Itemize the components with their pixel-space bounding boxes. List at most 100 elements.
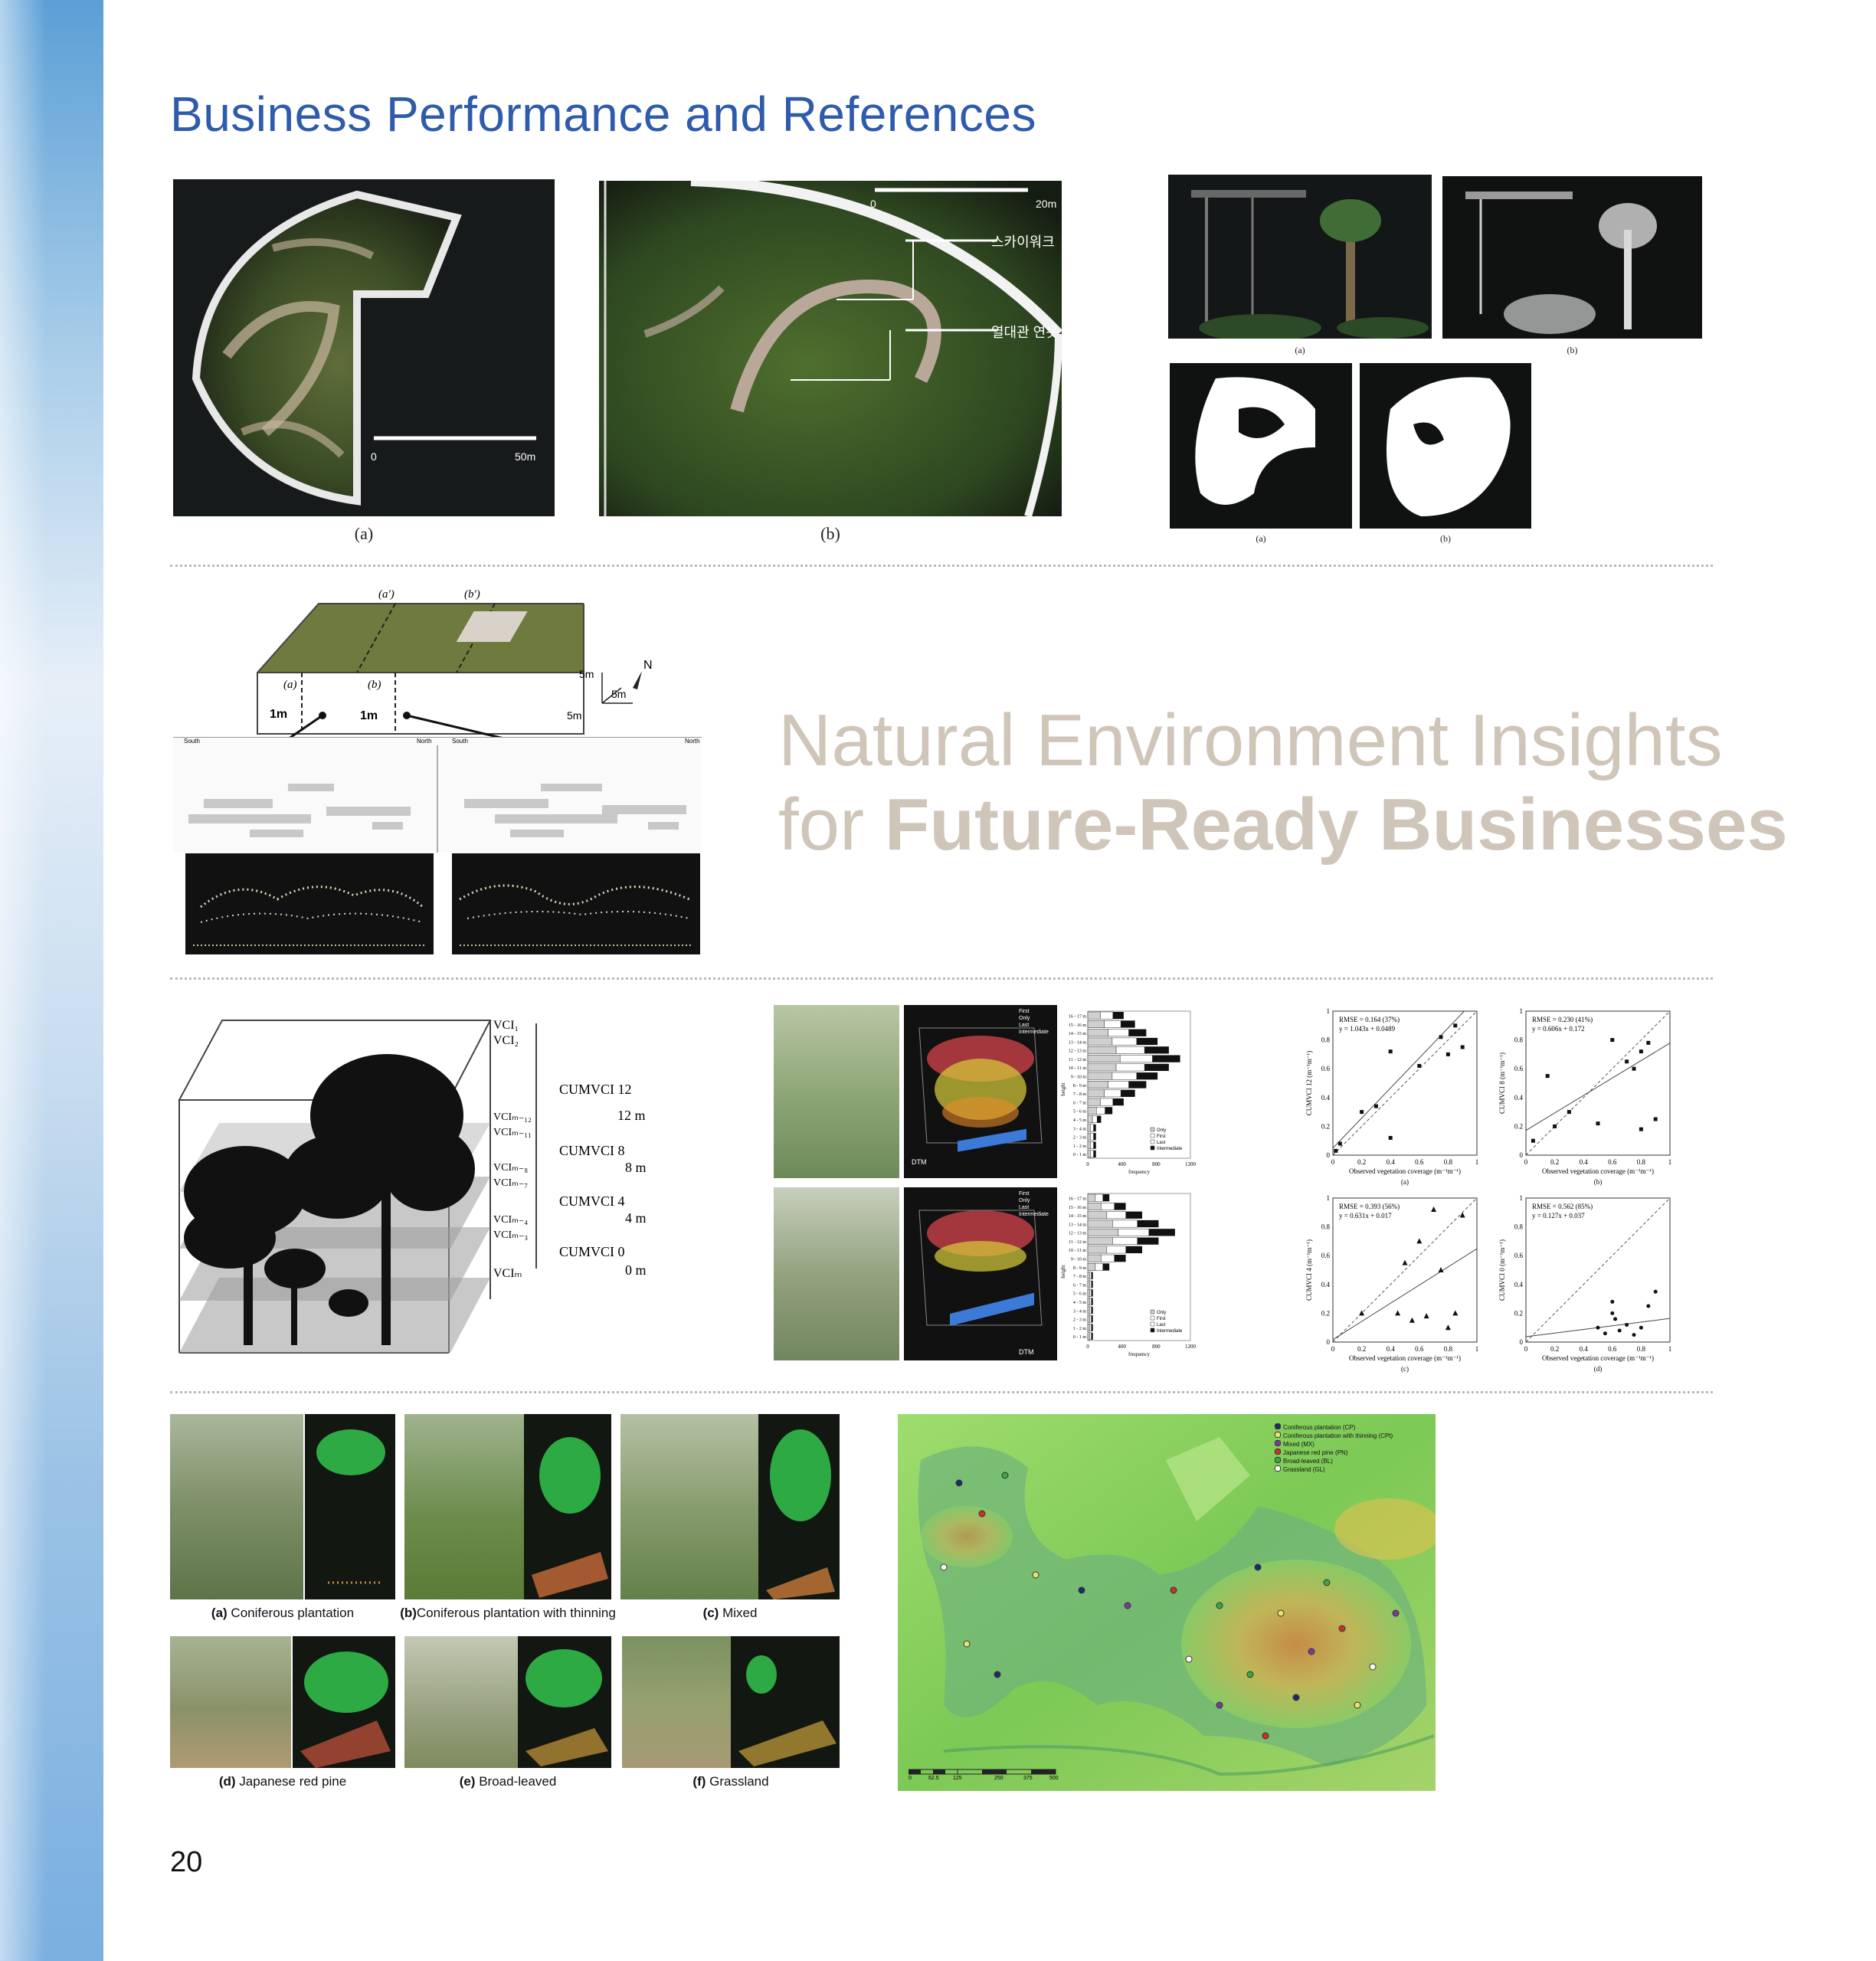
legend-swatch — [1150, 1309, 1155, 1314]
histogram-category-label: 11 - 12 m — [1069, 1240, 1086, 1245]
histogram-tick-label: 800 — [1152, 1161, 1161, 1167]
histogram-category-label: 4 - 5 m — [1073, 1301, 1086, 1305]
histogram-bar — [1101, 1254, 1115, 1262]
scatter-caption: (b) — [1594, 1178, 1603, 1186]
legend-item: Japanese red pine (PN) — [1275, 1449, 1393, 1457]
scatter-x-tick: 0.6 — [1608, 1345, 1617, 1353]
forest-type-tile-f — [622, 1636, 840, 1768]
forest-point-cloud — [293, 1636, 395, 1768]
scatter-point — [1416, 1238, 1423, 1244]
section-divider — [170, 977, 1713, 980]
histogram-bar — [1091, 1315, 1093, 1323]
scatter-xlabel: Observed vegetation coverage (m⁻¹m⁻¹) — [1542, 1354, 1654, 1362]
scatter-point — [1373, 1104, 1378, 1108]
legend-label: Mixed (MX) — [1283, 1441, 1315, 1448]
histogram-tick-label: 0 — [1086, 1161, 1089, 1167]
histogram-bar — [1087, 1029, 1108, 1037]
histogram-bar — [1087, 1288, 1090, 1297]
scatter-x-tick: 0.4 — [1387, 1158, 1396, 1166]
legend-label: Last — [1157, 1141, 1166, 1145]
histogram-bar — [1144, 1046, 1169, 1054]
scatter-ylabel: CUMVCI 4 (m⁻¹m⁻¹) — [1305, 1239, 1313, 1301]
histogram-bar — [1152, 1055, 1180, 1062]
histogram-category-label: 1 - 2 m — [1073, 1144, 1086, 1149]
scatter-identity-line — [1332, 1197, 1478, 1343]
point-cloud-image — [525, 1649, 608, 1766]
scatter-point — [1596, 1121, 1600, 1126]
histogram-bar — [1137, 1237, 1159, 1245]
legend-label: Grassland (GL) — [1283, 1466, 1325, 1473]
histogram-bar — [1115, 1063, 1145, 1072]
histogram-category-label: 13 - 14 m — [1069, 1040, 1086, 1045]
scatter-y-tick: 1 — [1327, 1007, 1331, 1015]
scatter-equation-label: y = 1.043x + 0.0489 — [1339, 1025, 1396, 1033]
caption-text: Japanese red pine — [235, 1774, 347, 1789]
caption-text: Coniferous plantation with thinning — [416, 1606, 616, 1620]
forest-type-caption: (a) Coniferous plantation — [170, 1606, 395, 1621]
histogram-category-label: 7 - 8 m — [1073, 1275, 1086, 1279]
scatter-point — [1646, 1304, 1651, 1308]
histogram-category-label: 3 - 4 m — [1073, 1127, 1086, 1131]
map-scale-bar: 0 62.5 125 250 375 500 — [909, 1766, 1092, 1785]
scale-start-label: 0 — [371, 450, 377, 463]
histogram-category-label: 10 - 11 m — [1069, 1066, 1086, 1071]
histogram-bar — [1087, 1246, 1108, 1254]
dtm-label: DTM — [912, 1158, 927, 1166]
histogram-bar — [1087, 1298, 1090, 1306]
forest-point-cloud — [758, 1414, 840, 1599]
histogram-category-label: 6 - 7 m — [1073, 1101, 1086, 1105]
legend-swatch — [1150, 1139, 1155, 1144]
scatter-panel-a: 0 0.2 0.4 0.6 0.8 1 0 0.2 0.4 0.6 0.8 1 Observed veg… — [1302, 1002, 1486, 1186]
legend-dot-icon — [1275, 1449, 1281, 1455]
histogram-bar — [1087, 1228, 1119, 1236]
scale-start-label: 0 — [870, 198, 876, 210]
vci-layers-image — [178, 1020, 537, 1354]
scale-tick: 250 — [994, 1776, 1003, 1781]
histogram-bar — [1087, 1063, 1117, 1072]
histogram-bar — [1102, 1263, 1110, 1271]
vci-label: VCIₘ₋₁₂ — [493, 1111, 532, 1123]
histogram-bar — [1087, 1280, 1090, 1288]
caption-text: Coniferous plantation — [227, 1606, 355, 1620]
vci-label: VCIₘ₋₁₁ — [493, 1127, 532, 1138]
histogram-bar — [1101, 1203, 1115, 1210]
histogram-bar — [1115, 1046, 1145, 1054]
histogram-bar — [1087, 1324, 1090, 1331]
figure-point-cloud-color — [1168, 175, 1432, 342]
histogram-tick-label: 400 — [1118, 1344, 1126, 1350]
histogram-category-label: 8 - 9 m — [1073, 1084, 1086, 1089]
cumvci-layer-name: CUMVCI 0 — [559, 1244, 625, 1259]
scatter-point — [1453, 1023, 1458, 1028]
scatter-xlabel: Observed vegetation coverage (m⁻¹m⁻¹) — [1349, 1167, 1461, 1175]
profile-a-image — [193, 886, 426, 946]
scatter-ylabel: CUMVCI 12 (m⁻¹m⁻¹) — [1305, 1051, 1313, 1115]
histogram-category-label: 0 - 1 m — [1073, 1335, 1086, 1340]
histogram-bar — [1112, 1012, 1124, 1020]
legend-swatch — [1150, 1328, 1155, 1333]
scatter-point — [1646, 1040, 1651, 1045]
histogram-bar — [1112, 1098, 1124, 1106]
scatter-point — [1610, 1311, 1615, 1315]
scatter-y-tick: 0.8 — [1514, 1223, 1524, 1231]
scatter-y-tick: 0.4 — [1514, 1281, 1524, 1288]
scatter-point — [1445, 1324, 1451, 1331]
vci-label: VCIₘ₋₇ — [493, 1177, 529, 1189]
block-diagram-image — [257, 603, 642, 747]
histogram-bar — [1121, 1020, 1135, 1028]
scatter-x-tick: 0.4 — [1580, 1158, 1589, 1166]
scatter-caption: (d) — [1594, 1365, 1603, 1373]
figure-garden-top-view: 0 50m — [173, 179, 555, 516]
histogram-bar — [1093, 1141, 1096, 1149]
legend-swatch — [1150, 1315, 1155, 1321]
point-cloud-3d-bottom: DTM First Only Last Intermediate — [904, 1187, 1057, 1360]
skywalk-label: 스카이워크 — [991, 234, 1055, 250]
histogram-bar — [1092, 1115, 1098, 1124]
histogram-category-label: 11 - 12 m — [1069, 1058, 1086, 1062]
legend-item: Last — [1019, 1205, 1030, 1210]
mask-a-image — [1195, 377, 1315, 505]
scatter-caption: (c) — [1401, 1365, 1409, 1373]
histogram-bar — [1087, 1314, 1090, 1323]
histogram-category-label: 4 - 5 m — [1073, 1118, 1086, 1123]
legend-swatch — [1150, 1127, 1155, 1132]
figure-point-cloud-gray — [1442, 176, 1702, 339]
